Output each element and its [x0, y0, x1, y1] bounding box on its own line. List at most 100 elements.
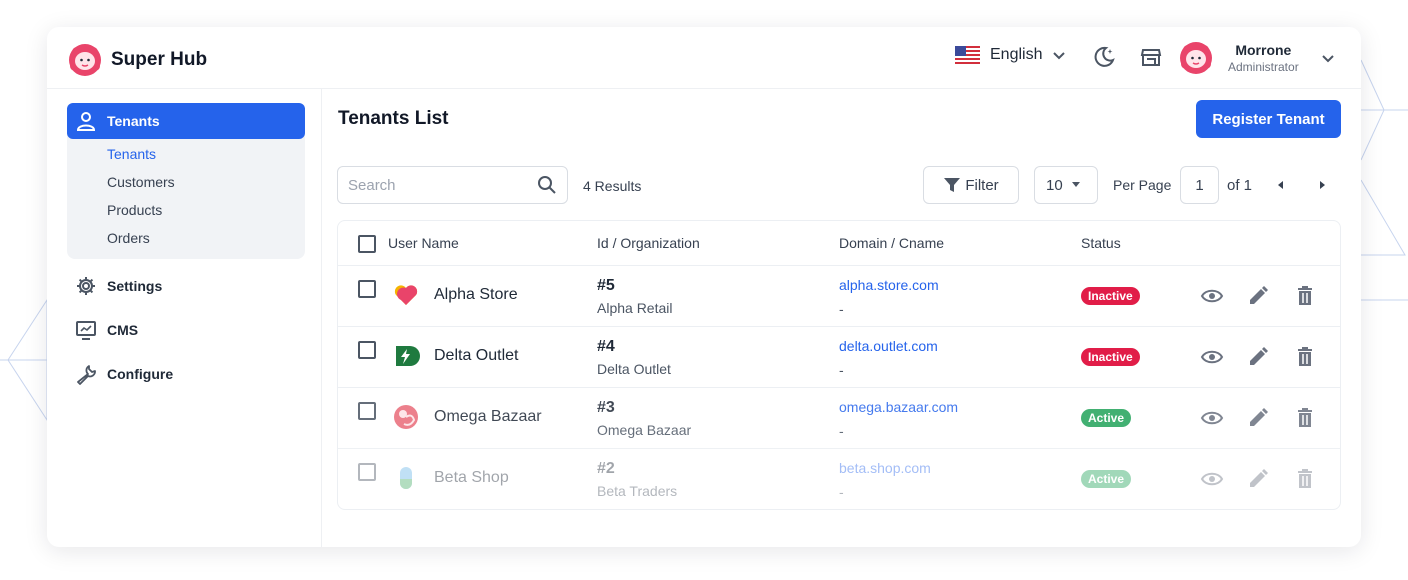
sidebar-subitem-tenants[interactable]: Tenants [107, 146, 156, 162]
next-page-button[interactable] [1315, 177, 1329, 193]
tenant-domain-link[interactable]: delta.outlet.com [839, 338, 938, 354]
user-info: Morrone Administrator [1228, 42, 1299, 74]
view-button[interactable] [1200, 406, 1224, 430]
brand[interactable]: Super Hub [67, 42, 207, 78]
caret-down-icon [1071, 182, 1080, 187]
tenant-id: #2 [597, 460, 615, 477]
tenant-id: #4 [597, 338, 615, 355]
top-bar: Super Hub English Morrone Administrator [47, 27, 1361, 89]
avatar [1180, 42, 1212, 74]
table-row[interactable]: Omega Bazaar #3 Omega Bazaar omega.bazaa… [338, 388, 1340, 449]
tenant-cname: - [839, 362, 844, 378]
status-badge: Inactive [1081, 348, 1140, 366]
tenant-id: #3 [597, 399, 615, 416]
eye-icon [1200, 350, 1224, 364]
tenant-domain-link[interactable]: alpha.store.com [839, 277, 939, 293]
chevron-down-icon [1321, 55, 1334, 63]
per-page-select[interactable]: 10 [1034, 166, 1098, 204]
tenant-organization: Alpha Retail [597, 300, 673, 316]
column-header-domain-cname[interactable]: Domain / Cname [839, 235, 944, 251]
swirl-logo-icon [394, 405, 418, 429]
app-title: Super Hub [111, 49, 208, 70]
sidebar-subitem-orders[interactable]: Orders [107, 230, 150, 246]
user-role: Administrator [1228, 60, 1299, 74]
page-title: Tenants List [338, 108, 449, 129]
edit-button[interactable] [1246, 406, 1270, 430]
filter-label: Filter [965, 176, 999, 194]
heart-logo-icon [394, 285, 418, 305]
tenant-domain-link[interactable]: omega.bazaar.com [839, 399, 958, 415]
tenant-id: #5 [597, 277, 615, 294]
app-window: Super Hub English Morrone Administrator … [47, 27, 1361, 547]
monitor-icon [76, 321, 96, 340]
tenant-name: Omega Bazaar [434, 408, 542, 425]
tenant-organization: Beta Traders [597, 483, 678, 499]
tenant-cname: - [839, 484, 844, 500]
table-row[interactable]: Delta Outlet #4 Delta Outlet delta.outle… [338, 327, 1340, 388]
sidebar-item-settings[interactable]: Settings [75, 275, 162, 297]
tenant-name: Beta Shop [434, 469, 509, 486]
delete-button[interactable] [1293, 406, 1317, 430]
language-selector[interactable]: English [955, 46, 1066, 64]
trash-icon [1298, 347, 1312, 366]
column-header-user-name[interactable]: User Name [388, 235, 459, 251]
view-button[interactable] [1200, 284, 1224, 308]
search-placeholder: Search [348, 176, 396, 194]
edit-button[interactable] [1246, 345, 1270, 369]
select-all-checkbox[interactable] [358, 235, 376, 253]
delete-button[interactable] [1293, 345, 1317, 369]
column-header-id-organization[interactable]: Id / Organization [597, 235, 700, 251]
per-page-value: 10 [1046, 176, 1063, 194]
sidebar-item-tenants[interactable]: Tenants [67, 103, 305, 139]
sidebar-item-label: Settings [107, 278, 163, 294]
trash-icon [1298, 408, 1312, 427]
page-total: of 1 [1227, 177, 1253, 194]
sidebar-subitem-products[interactable]: Products [107, 202, 162, 218]
gear-icon [77, 277, 95, 295]
filter-icon [944, 178, 961, 192]
pencil-icon [1250, 469, 1268, 487]
row-checkbox[interactable] [358, 463, 376, 481]
caret-right-icon [1320, 181, 1325, 189]
prev-page-button[interactable] [1274, 177, 1288, 193]
edit-button[interactable] [1246, 467, 1270, 491]
row-checkbox[interactable] [358, 341, 376, 359]
row-checkbox[interactable] [358, 280, 376, 298]
view-button[interactable] [1200, 467, 1224, 491]
sidebar-item-configure[interactable]: Configure [75, 363, 173, 385]
theme-toggle-button[interactable] [1091, 44, 1117, 70]
tenant-organization: Delta Outlet [597, 361, 671, 377]
row-checkbox[interactable] [358, 402, 376, 420]
bolt-logo-icon [396, 346, 420, 366]
search-icon[interactable] [537, 175, 557, 195]
trash-icon [1298, 286, 1312, 305]
user-icon [76, 112, 96, 131]
table-row[interactable]: Alpha Store #5 Alpha Retail alpha.store.… [338, 266, 1340, 327]
moon-stars-icon [1094, 46, 1115, 67]
sidebar-item-label: CMS [107, 322, 139, 338]
register-tenant-button[interactable]: Register Tenant [1196, 100, 1341, 138]
user-menu[interactable]: Morrone Administrator [1178, 40, 1335, 76]
edit-button[interactable] [1246, 284, 1270, 308]
capsule-logo-icon [400, 467, 412, 489]
sidebar-subitem-customers[interactable]: Customers [107, 174, 175, 190]
sidebar-item-cms[interactable]: CMS [75, 319, 138, 341]
delete-button[interactable] [1293, 467, 1317, 491]
page-number-input[interactable]: 1 [1180, 166, 1219, 204]
status-badge: Active [1081, 470, 1132, 488]
view-button[interactable] [1200, 345, 1224, 369]
eye-icon [1200, 411, 1224, 425]
table-row[interactable]: Beta Shop #2 Beta Traders beta.shop.com … [338, 449, 1340, 509]
pencil-icon [1250, 286, 1268, 304]
per-page-label: Per Page [1113, 177, 1172, 193]
sidebar-item-label: Tenants [107, 113, 160, 129]
store-button[interactable] [1138, 44, 1164, 70]
delete-button[interactable] [1293, 284, 1317, 308]
tenant-cname: - [839, 423, 844, 439]
tenant-domain-link[interactable]: beta.shop.com [839, 460, 931, 476]
search-input[interactable]: Search [337, 166, 568, 204]
tenant-name: Delta Outlet [434, 347, 519, 364]
status-badge: Active [1081, 409, 1132, 427]
filter-button[interactable]: Filter [923, 166, 1019, 204]
column-header-status[interactable]: Status [1081, 235, 1121, 251]
